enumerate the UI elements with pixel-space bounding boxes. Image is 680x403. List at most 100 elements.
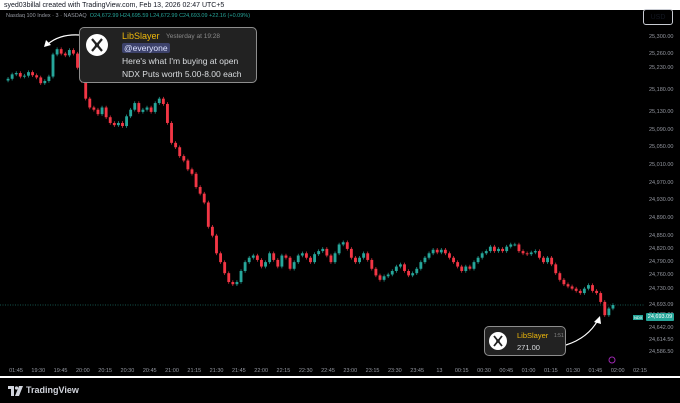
x-tick-label: 22:15 (276, 368, 291, 374)
candle-body (349, 248, 353, 258)
candle-body (403, 264, 406, 271)
candle-body (88, 98, 92, 108)
candle-body (96, 109, 100, 115)
note-arrow-1 (47, 34, 80, 45)
candle-body (582, 288, 586, 294)
x-tick-label: 19:45 (53, 368, 68, 374)
candle-body (133, 103, 137, 110)
candle-body (194, 173, 198, 188)
y-tick-label: 24,790.00 (649, 259, 674, 266)
candle-body (125, 116, 129, 127)
message-line-1: Here's what I'm buying at open (122, 56, 239, 66)
candle-body (59, 49, 63, 54)
chart-screenshot: syed03billal created with TradingView.co… (0, 0, 680, 403)
candle-body (484, 251, 488, 254)
x-tick-label: 01:15 (543, 368, 558, 374)
candle-body (537, 251, 541, 258)
candle-body (513, 244, 517, 246)
timestamp: Yesterday at 19:28 (166, 33, 220, 40)
candle-body (260, 259, 263, 267)
candle-body (542, 257, 545, 263)
candle-body (39, 77, 43, 84)
candle-body (398, 264, 402, 267)
candle-body (566, 284, 570, 287)
candle-body (578, 290, 582, 294)
message-bubble-2: LibSlayer 1:51 271.00 (484, 326, 566, 356)
y-tick-label: 24,760.00 (649, 272, 674, 279)
candle-body (607, 308, 611, 316)
x-tick-label: 01:45 (9, 368, 23, 374)
candle-body (570, 286, 574, 289)
y-tick-label: 25,300.00 (649, 33, 674, 40)
candle-body (317, 251, 321, 255)
x-tick-label: 22:45 (321, 368, 335, 374)
arrow-head-1 (44, 40, 51, 47)
candle-body (174, 142, 178, 148)
event-marker-icon[interactable] (608, 356, 616, 364)
candle-body (231, 282, 235, 285)
y-tick-label: 25,260.00 (649, 51, 674, 58)
x-tick-label: 01:00 (521, 368, 536, 374)
candle-body (104, 107, 108, 118)
y-tick-label: 25,010.00 (649, 161, 674, 168)
x-tick-label: 20:15 (98, 368, 113, 374)
candle-body (448, 253, 451, 258)
candle-body (427, 253, 431, 258)
arrow-head-2 (594, 316, 601, 324)
candle-body (546, 257, 549, 263)
x-tick-label: 23:15 (365, 368, 380, 374)
x-tick-label: 01:30 (566, 368, 581, 374)
candle-body (149, 107, 153, 112)
candle-body (170, 122, 173, 143)
candle-body (243, 262, 247, 271)
candle-body (362, 253, 366, 258)
candle-body (219, 253, 223, 263)
candle-body (14, 73, 18, 75)
candle-body (157, 98, 161, 104)
candle-body (288, 257, 292, 269)
candle-body (329, 255, 333, 263)
candle-body (505, 246, 509, 252)
candle-body (599, 293, 603, 302)
candle-body (574, 288, 578, 291)
candle-body (206, 202, 210, 227)
candle-body (345, 242, 349, 249)
candle-body (501, 248, 505, 252)
candle-body (460, 266, 464, 271)
candle-body (603, 301, 607, 316)
candle-body (382, 276, 386, 280)
candle-body (464, 266, 468, 271)
candle-body (325, 248, 329, 256)
candle-body (198, 187, 202, 194)
candle-body (337, 244, 341, 254)
x-tick-label: 20:45 (142, 368, 157, 374)
candle-body (210, 226, 214, 236)
candle-body (239, 270, 243, 283)
candle-body (178, 147, 182, 157)
candle-body (591, 285, 594, 291)
candle-body (100, 107, 104, 115)
candle-body (215, 235, 218, 254)
x-tick-label: 02:15 (633, 368, 647, 374)
x-tick-label: 00:15 (454, 368, 469, 374)
y-tick-label: 25,090.00 (649, 126, 674, 133)
candle-body (202, 193, 206, 203)
y-tick-label: 24,930.00 (649, 197, 674, 204)
candle-body (415, 268, 419, 274)
candle-body (137, 103, 141, 112)
x-tick-label: 21:45 (231, 368, 246, 374)
x-tick-label: 23:30 (387, 368, 402, 374)
candle-body (370, 259, 374, 269)
y-tick-label: 24,730.00 (649, 285, 674, 292)
candle-body (182, 156, 186, 161)
y-tick-label: 24,693.09 (649, 301, 674, 308)
candle-body (276, 259, 280, 267)
candle-body (533, 251, 537, 253)
candle-body (227, 273, 231, 283)
x-tick-label: 00:30 (477, 368, 491, 374)
y-tick-label: 24,820.00 (649, 245, 674, 252)
y-tick-label: 25,180.00 (649, 86, 674, 93)
candle-body (272, 253, 276, 260)
x-tick-label: 20:00 (75, 368, 90, 374)
x-tick-label: 22:00 (254, 368, 269, 374)
